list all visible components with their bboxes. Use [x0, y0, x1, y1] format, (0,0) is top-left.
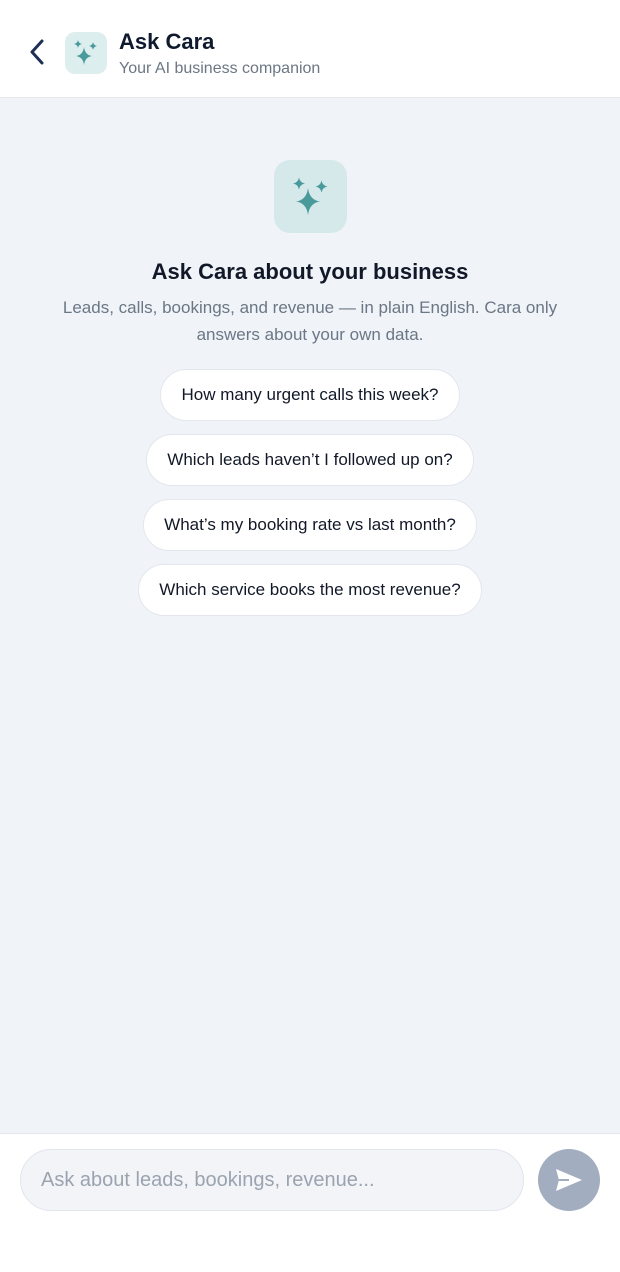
suggestion-chip[interactable]: How many urgent calls this week?	[160, 369, 460, 421]
suggestion-list: How many urgent calls this week? Which l…	[0, 369, 620, 616]
chevron-left-icon	[30, 39, 44, 65]
suggestion-chip[interactable]: Which service books the most revenue?	[138, 564, 482, 616]
suggestion-chip[interactable]: What’s my booking rate vs last month?	[143, 499, 477, 551]
message-composer	[0, 1133, 620, 1272]
message-input[interactable]	[20, 1149, 524, 1211]
welcome-description: Leads, calls, bookings, and revenue — in…	[62, 298, 558, 344]
welcome-title: Ask Cara about your business	[151, 259, 469, 284]
page-title: Ask Cara	[119, 29, 215, 54]
chat-header: Ask Cara Your AI business companion	[0, 0, 620, 98]
assistant-avatar	[65, 32, 107, 74]
send-button[interactable]	[538, 1149, 600, 1211]
send-icon	[556, 1169, 582, 1191]
sparkles-icon	[74, 40, 97, 65]
app-root: Ask Cara Your AI business companion Ask …	[0, 0, 620, 1272]
back-button[interactable]	[22, 34, 52, 70]
sparkles-icon	[292, 177, 327, 215]
page-subtitle: Your AI business companion	[119, 60, 321, 77]
chat-area: Ask Cara about your business Leads, call…	[0, 98, 620, 1133]
hero-icon-container	[274, 160, 347, 233]
suggestion-chip[interactable]: Which leads haven’t I followed up on?	[146, 434, 474, 486]
